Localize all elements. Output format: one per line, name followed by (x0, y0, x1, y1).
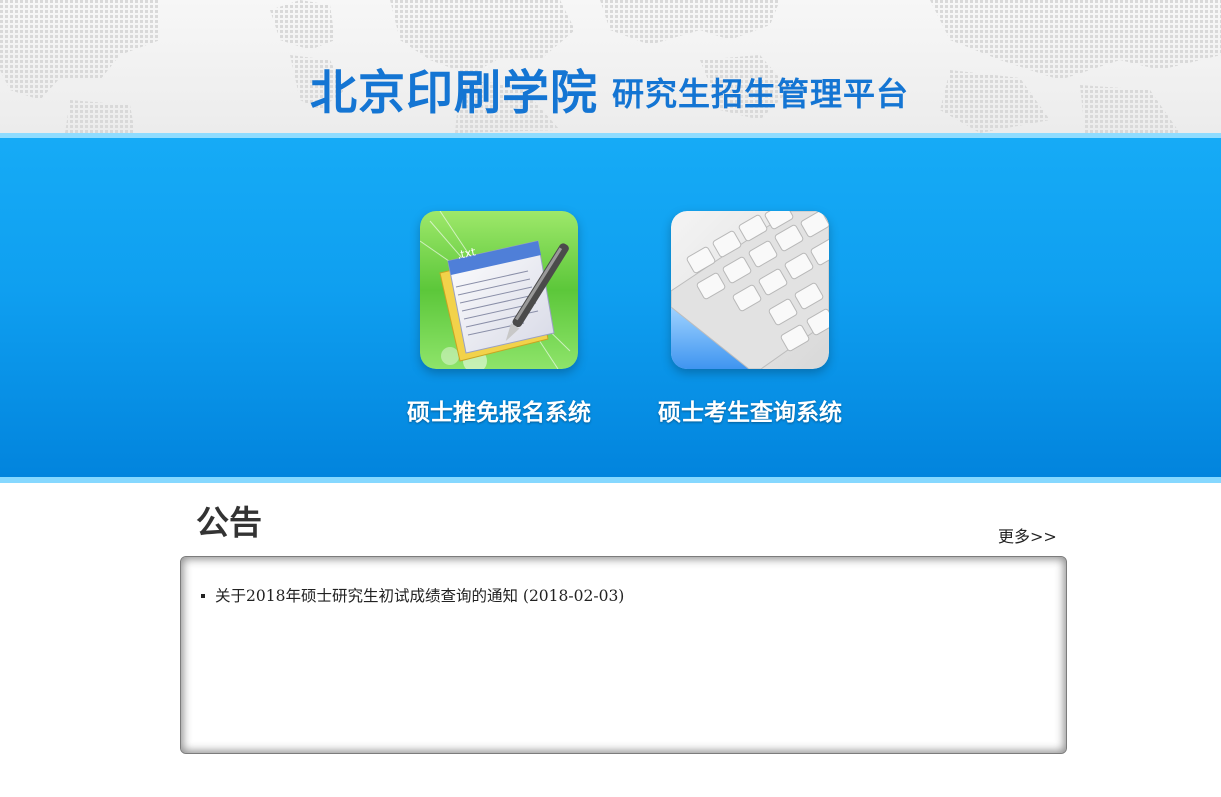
bullet-icon (201, 594, 205, 598)
txt-document-pen-icon[interactable]: .txt (420, 211, 578, 369)
notice-box: 关于2018年硕士研究生初试成绩查询的通知 (2018-02-03) (180, 556, 1067, 754)
site-title-sub: 研究生招生管理平台 (612, 75, 910, 113)
page-header: 北京印刷学院 研究生招生管理平台 (0, 0, 1221, 133)
system-banner: .txt 硕士推免报名系统 硕士考生查询系统 (0, 133, 1221, 483)
keyboard-icon[interactable] (671, 211, 829, 369)
more-link[interactable]: 更多>> (998, 525, 1057, 549)
tile-label[interactable]: 硕士考生查询系统 (620, 393, 880, 427)
tile-recommendation-registration[interactable]: .txt 硕士推免报名系统 (407, 211, 591, 426)
notice-title: 公告 (196, 503, 262, 542)
list-item[interactable]: 关于2018年硕士研究生初试成绩查询的通知 (2018-02-03) (201, 585, 624, 607)
site-title-main: 北京印刷学院 (310, 66, 598, 121)
tile-candidate-query[interactable]: 硕士考生查询系统 (658, 211, 842, 426)
site-title: 北京印刷学院 研究生招生管理平台 (310, 64, 909, 124)
notice-link[interactable]: 关于2018年硕士研究生初试成绩查询的通知 (215, 587, 518, 605)
notice-list: 关于2018年硕士研究生初试成绩查询的通知 (2018-02-03) (201, 585, 624, 607)
tile-label[interactable]: 硕士推免报名系统 (369, 393, 629, 427)
notice-date: (2018-02-03) (522, 587, 625, 605)
